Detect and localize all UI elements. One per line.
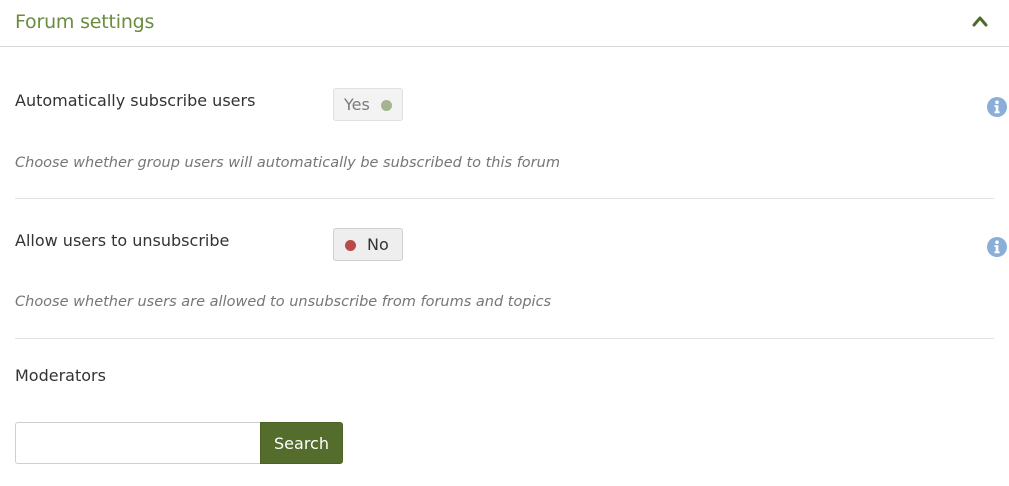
setting-help-allow-unsubscribe: Choose whether users are allowed to unsu… (15, 294, 552, 310)
toggle-on-indicator (381, 100, 392, 111)
section-title[interactable]: Forum settings (15, 10, 154, 34)
setting-label-auto-subscribe: Automatically subscribe users (15, 91, 256, 110)
section-header[interactable]: Forum settings (0, 0, 1009, 47)
search-button[interactable]: Search (260, 422, 343, 464)
chevron-up-icon[interactable] (972, 14, 988, 28)
toggle-off-indicator (345, 240, 356, 251)
divider (15, 198, 994, 199)
toggle-label: No (367, 235, 389, 254)
info-icon[interactable] (986, 236, 1008, 258)
auto-subscribe-toggle[interactable]: Yes (333, 88, 403, 121)
setting-row-auto-subscribe: Automatically subscribe users Yes Choose… (15, 88, 1007, 188)
divider (15, 338, 994, 339)
setting-label-allow-unsubscribe: Allow users to unsubscribe (15, 231, 230, 250)
allow-unsubscribe-toggle[interactable]: No (333, 228, 403, 261)
setting-help-auto-subscribe: Choose whether group users will automati… (15, 155, 560, 171)
info-icon[interactable] (986, 96, 1008, 118)
setting-row-allow-unsubscribe: Allow users to unsubscribe No Choose whe… (15, 228, 1007, 328)
forum-settings-panel: Forum settings Automatically subscribe u… (0, 0, 1009, 486)
moderators-label: Moderators (15, 366, 106, 385)
moderators-search-input[interactable] (15, 422, 261, 464)
toggle-label: Yes (344, 95, 370, 114)
